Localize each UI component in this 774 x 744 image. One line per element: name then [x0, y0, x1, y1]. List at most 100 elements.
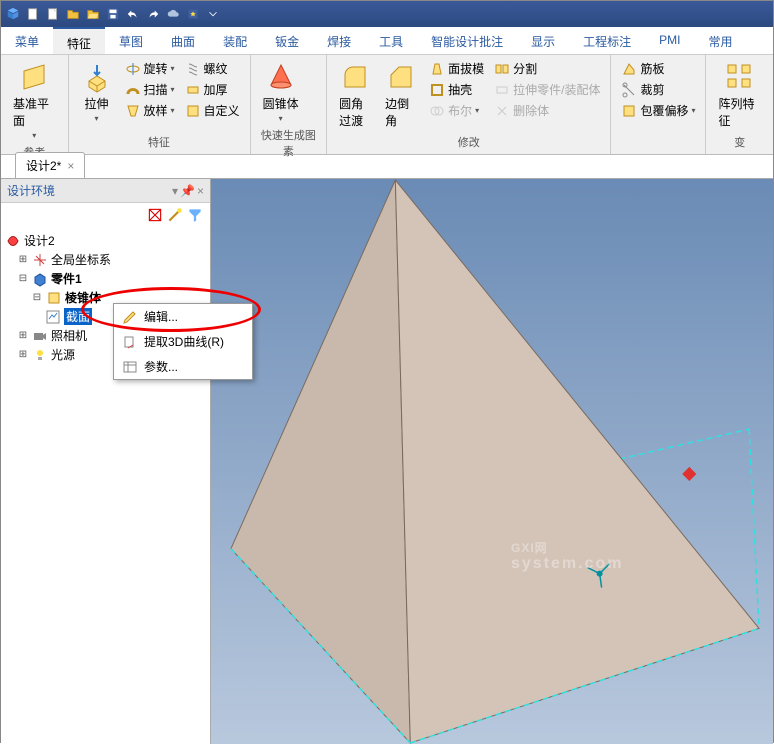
context-edit[interactable]: 编辑... [114, 304, 252, 329]
expander-icon[interactable]: ⊟ [17, 273, 29, 284]
dropdown-icon[interactable]: ▾ [172, 184, 178, 198]
ribbon-group-quick: 圆锥体 ▾ 快速生成图素 [251, 55, 328, 154]
split-icon [494, 61, 510, 77]
split-button[interactable]: 分割 [492, 59, 602, 78]
menu-tab-0[interactable]: 菜单 [1, 27, 53, 54]
sidebar-controls: ▾ 📌 × [172, 184, 204, 198]
camera-icon [32, 328, 48, 344]
menu-tab-9[interactable]: 显示 [517, 27, 569, 54]
expander-icon[interactable]: ⊞ [17, 330, 29, 341]
trim-button[interactable]: 裁剪 [619, 80, 697, 99]
fillet-button[interactable]: 圆角过渡 [335, 59, 375, 131]
undo-icon[interactable] [125, 6, 141, 22]
redo-icon[interactable] [145, 6, 161, 22]
workspace: 设计环境 ▾ 📌 × 设计2 ⊞ 全局坐标系 ⊟ [1, 179, 773, 744]
label: 基准平面 [13, 95, 56, 129]
sweep-icon [125, 82, 141, 98]
revolve-icon [125, 61, 141, 77]
bool-button[interactable]: 布尔▾ [427, 101, 486, 120]
new-file-icon[interactable] [25, 6, 41, 22]
delete-button[interactable]: 删除体 [492, 101, 602, 120]
close-icon[interactable]: × [197, 184, 204, 198]
menu-tab-7[interactable]: 工具 [365, 27, 417, 54]
extrude-icon [81, 61, 113, 93]
design-icon [5, 233, 21, 249]
pyramid-model [211, 179, 773, 744]
menu-tab-5[interactable]: 钣金 [261, 27, 313, 54]
context-params[interactable]: 参数... [114, 354, 252, 379]
viewport-3d[interactable]: GXI网 system.com [211, 179, 773, 744]
stretch-icon [494, 82, 510, 98]
open-alt-icon[interactable] [85, 6, 101, 22]
sidebar-toolbar [1, 203, 210, 227]
menu-tab-12[interactable]: 常用 [695, 27, 747, 54]
chamfer-button[interactable]: 边倒角 [381, 59, 421, 131]
menu-tab-3[interactable]: 曲面 [157, 27, 209, 54]
sidebar-header: 设计环境 ▾ 📌 × [1, 179, 210, 203]
pattern-button[interactable]: 阵列特征 [714, 59, 765, 131]
shell-button[interactable]: 抽壳 [427, 80, 486, 99]
draft-button[interactable]: 面拔模 [427, 59, 486, 78]
chevron-down-icon: ▾ [95, 114, 99, 123]
open-icon[interactable] [65, 6, 81, 22]
app-logo-icon[interactable] [5, 6, 21, 22]
thicken-icon [185, 82, 201, 98]
thread-icon [185, 61, 201, 77]
new-doc-icon[interactable] [45, 6, 61, 22]
group-label: 快速生成图素 [259, 125, 319, 159]
cone-button[interactable]: 圆锥体 ▾ [259, 59, 303, 125]
extrude-button[interactable]: 拉伸 ▾ [77, 59, 117, 125]
sweep-button[interactable]: 扫描▾ [123, 80, 177, 99]
delete-icon [494, 103, 510, 119]
cone-icon [265, 61, 297, 93]
extract-icon [122, 334, 138, 350]
delete-tool-icon[interactable] [146, 206, 164, 224]
menu-tab-2[interactable]: 草图 [105, 27, 157, 54]
filter-tool-icon[interactable] [186, 206, 204, 224]
close-icon[interactable]: × [67, 159, 74, 173]
context-extract[interactable]: 提取3D曲线(R) [114, 329, 252, 354]
document-tabs: 设计2* × [1, 155, 773, 179]
expander-icon[interactable]: ⊟ [31, 292, 43, 303]
label: 圆角过渡 [339, 95, 371, 129]
ribbon-group-pattern: 阵列特征 变 [706, 55, 773, 154]
chamfer-icon [385, 61, 417, 93]
save-icon[interactable] [105, 6, 121, 22]
label: 边倒角 [385, 95, 417, 129]
pin-icon[interactable]: 📌 [180, 184, 195, 198]
menu-tab-1[interactable]: 特征 [53, 27, 105, 54]
ribbon-group-reference: 基准平面 ▾ 参考 [1, 55, 69, 154]
menu-tab-4[interactable]: 装配 [209, 27, 261, 54]
rib-button[interactable]: 筋板 [619, 59, 697, 78]
menu-tab-11[interactable]: PMI [645, 27, 694, 54]
menu-tab-10[interactable]: 工程标注 [569, 27, 645, 54]
tree-item-coords[interactable]: ⊞ 全局坐标系 [3, 250, 208, 269]
cloud-icon[interactable] [165, 6, 181, 22]
tree-root[interactable]: 设计2 [3, 231, 208, 250]
loft-button[interactable]: 放样▾ [123, 101, 177, 120]
datum-plane-button[interactable]: 基准平面 ▾ [9, 59, 60, 142]
wand-tool-icon[interactable] [166, 206, 184, 224]
expander-icon[interactable]: ⊞ [17, 254, 29, 265]
star-icon[interactable] [185, 6, 201, 22]
light-icon [32, 347, 48, 363]
sidebar-title: 设计环境 [7, 182, 55, 199]
ribbon-group-modify: 圆角过渡 边倒角 面拔模 抽壳 布尔▾ 分割 拉伸零件/装配体 删除体 修改 [327, 55, 611, 154]
solid-icon [46, 290, 62, 306]
chevron-down-icon[interactable] [205, 6, 221, 22]
plane-icon [18, 61, 50, 93]
label: 拉伸 [85, 95, 109, 112]
stretch-button[interactable]: 拉伸零件/装配体 [492, 80, 602, 99]
menu-tab-6[interactable]: 焊接 [313, 27, 365, 54]
expander-icon[interactable]: ⊞ [17, 349, 29, 360]
document-tab[interactable]: 设计2* × [15, 152, 85, 178]
thicken-button[interactable]: 加厚 [183, 80, 242, 99]
custom-button[interactable]: 自定义 [183, 101, 242, 120]
thread-button[interactable]: 螺纹 [183, 59, 242, 78]
chevron-down-icon: ▾ [32, 131, 36, 140]
sketch-icon [45, 309, 61, 325]
wrap-button[interactable]: 包覆偏移▾ [619, 101, 697, 120]
tree-item-part[interactable]: ⊟ 零件1 [3, 269, 208, 288]
menu-tab-8[interactable]: 智能设计批注 [417, 27, 517, 54]
revolve-button[interactable]: 旋转▾ [123, 59, 177, 78]
